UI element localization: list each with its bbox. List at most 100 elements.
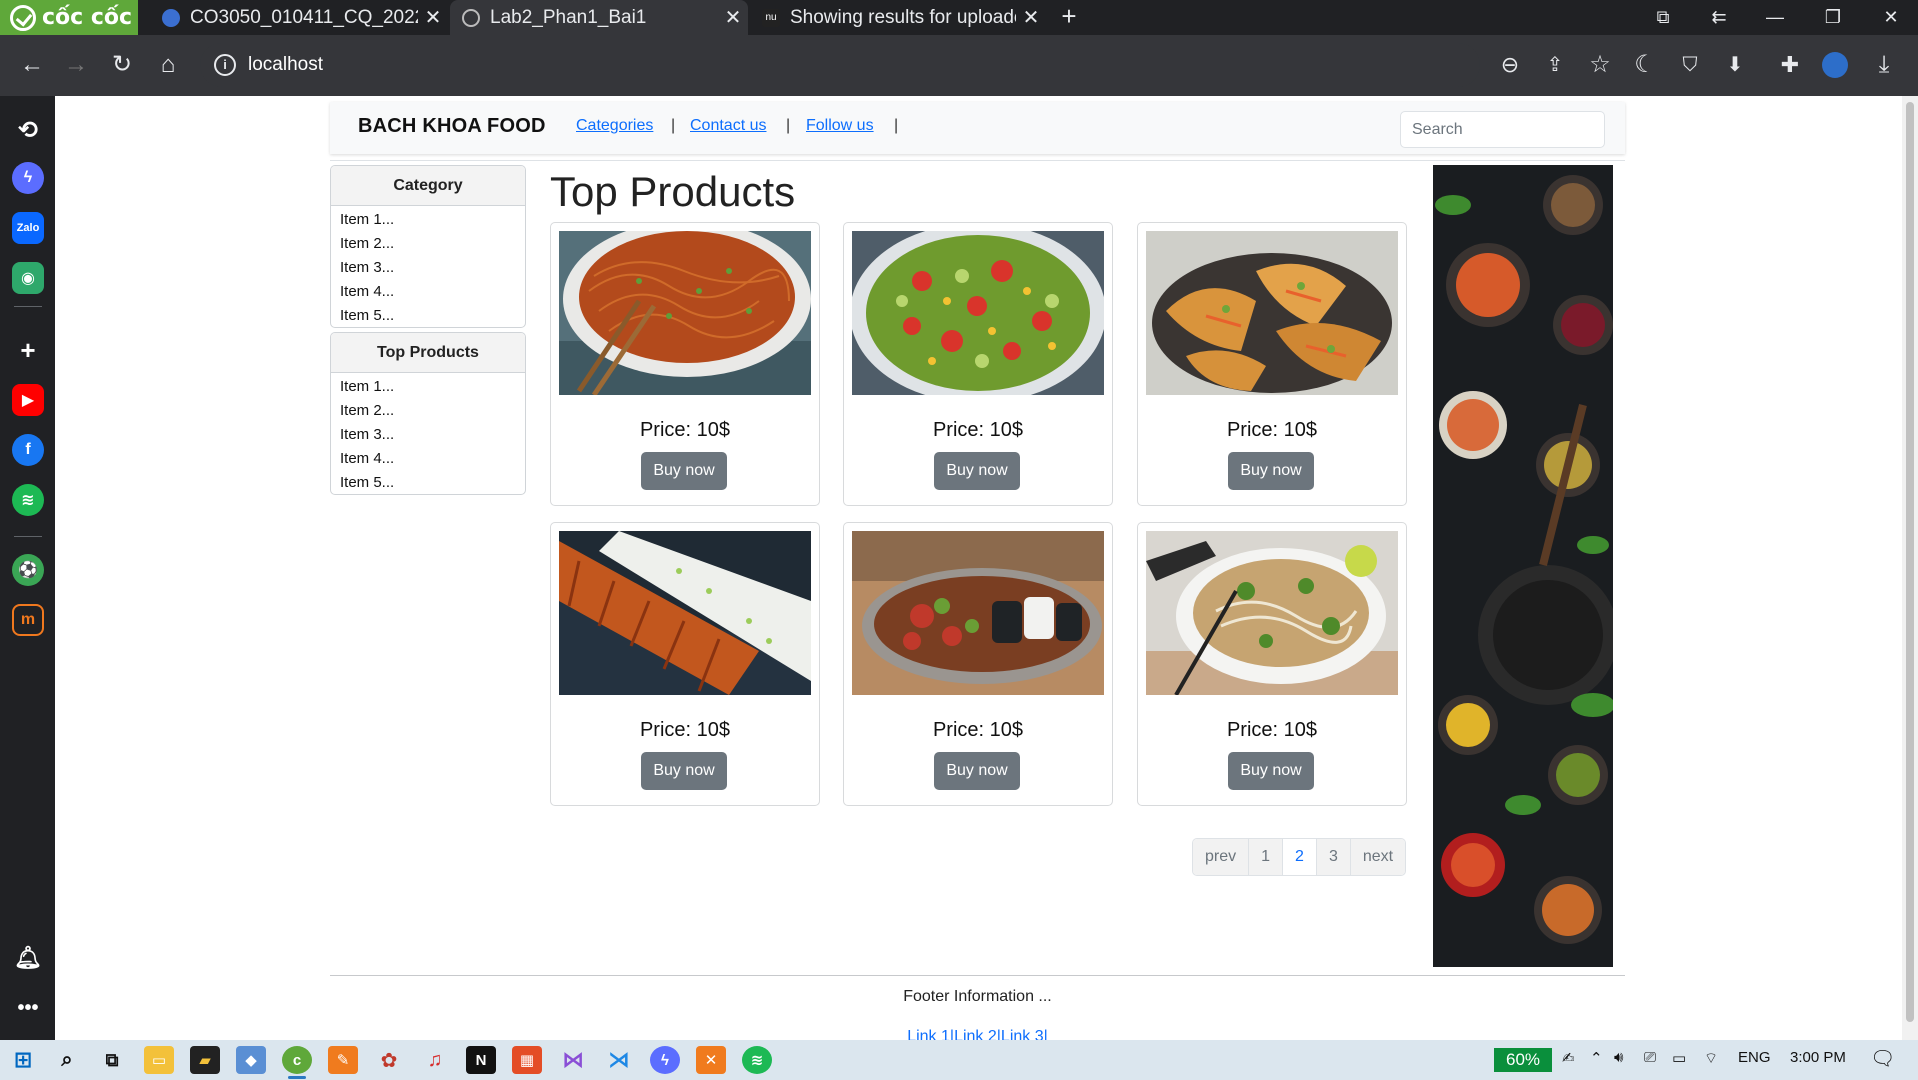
zalo-icon[interactable]: Zalo — [12, 212, 44, 244]
pen-icon[interactable]: ✍︎ — [1562, 1049, 1575, 1067]
vscode-icon[interactable]: ⋊ — [604, 1046, 634, 1074]
coccoc-menu-button[interactable]: cốc cốc — [0, 0, 138, 35]
search-input[interactable] — [1400, 111, 1605, 148]
notification-center-icon[interactable]: 🗨︎ — [1870, 1046, 1895, 1071]
task-view-icon[interactable]: ⧉ — [97, 1046, 127, 1074]
shopping-icon[interactable]: m — [12, 604, 44, 636]
windows-start-icon[interactable]: ⊞ — [8, 1046, 38, 1074]
buy-now-button[interactable]: Buy now — [641, 752, 727, 790]
more-icon[interactable]: ••• — [12, 992, 44, 1024]
site-info-icon[interactable]: i — [214, 54, 236, 76]
game-icon[interactable]: ◉ — [12, 262, 44, 294]
back-history-icon[interactable]: ⇇ — [1696, 0, 1742, 35]
messenger-taskbar-icon[interactable]: ϟ — [650, 1046, 680, 1074]
buy-now-button[interactable]: Buy now — [1228, 452, 1314, 490]
back-arrow-icon[interactable]: ← — [14, 47, 50, 83]
wifi-icon[interactable]: ⌔ — [1704, 1049, 1718, 1068]
extensions-icon[interactable]: ✚ — [1772, 47, 1808, 83]
pagination-prev[interactable]: prev — [1193, 839, 1250, 875]
coccoc-taskbar-icon[interactable]: c — [282, 1046, 312, 1074]
buy-now-button[interactable]: Buy now — [934, 752, 1020, 790]
profile-avatar-icon[interactable] — [1817, 47, 1853, 83]
top-product-item[interactable]: Item 4... — [331, 447, 525, 471]
category-item[interactable]: Item 4... — [331, 280, 525, 304]
close-icon[interactable]: ✕ — [418, 5, 448, 30]
top-product-item[interactable]: Item 5... — [331, 471, 525, 494]
youtube-icon[interactable]: ▶ — [12, 384, 44, 416]
nav-contact-link[interactable]: Contact us — [690, 117, 766, 135]
tab-course[interactable]: CO3050_010411_CQ_20222: ✕ — [150, 0, 448, 35]
tab-search-results[interactable]: nu Showing results for uploaded ✕ — [750, 0, 1046, 35]
scrollbar-thumb[interactable] — [1906, 102, 1914, 1022]
spotify-icon[interactable]: ≋ — [12, 484, 44, 516]
chicken-rice-image[interactable] — [559, 531, 811, 695]
salad-image[interactable] — [852, 231, 1104, 395]
tab-lab2[interactable]: Lab2_Phan1_Bai1 ✕ — [450, 0, 748, 35]
top-product-item[interactable]: Item 2... — [331, 399, 525, 423]
media-icon[interactable]: ♫ — [420, 1046, 450, 1074]
volume-icon[interactable]: 🔊︎ — [1614, 1049, 1623, 1066]
battery-icon[interactable]: ▭ — [1672, 1049, 1686, 1067]
sticky-notes-icon[interactable]: ▰ — [190, 1046, 220, 1074]
new-tab-button[interactable]: + — [1054, 0, 1084, 35]
notion-icon[interactable]: N — [466, 1046, 496, 1074]
home-icon[interactable]: ⌂ — [150, 47, 186, 83]
notification-bell-icon[interactable]: 🔔︎ — [12, 942, 44, 974]
bento-image[interactable] — [852, 531, 1104, 695]
football-icon[interactable]: ⚽ — [12, 554, 44, 586]
top-product-item[interactable]: Item 3... — [331, 423, 525, 447]
search-icon[interactable]: ⌕ — [52, 1046, 82, 1074]
shield-icon[interactable]: ⛉ — [1672, 47, 1708, 83]
buy-now-button[interactable]: Buy now — [934, 452, 1020, 490]
site-brand[interactable]: BACH KHOA FOOD — [358, 115, 546, 138]
language-indicator[interactable]: ENG — [1738, 1049, 1771, 1066]
download-icon[interactable]: ⤓ — [1866, 47, 1902, 83]
tab-search-icon[interactable]: ⧉ — [1640, 0, 1686, 35]
star-icon[interactable]: ☆ — [1582, 47, 1618, 83]
clock[interactable]: 3:00 PM — [1790, 1049, 1846, 1066]
close-icon[interactable]: ✕ — [718, 5, 748, 30]
address-bar[interactable]: i localhost — [200, 43, 1480, 87]
category-item[interactable]: Item 1... — [331, 208, 525, 232]
top-product-item[interactable]: Item 1... — [331, 375, 525, 399]
nav-categories-link[interactable]: Categories — [576, 117, 653, 135]
facebook-icon[interactable]: f — [12, 434, 44, 466]
pagination-page-3[interactable]: 3 — [1316, 839, 1351, 875]
file-explorer-icon[interactable]: ▭ — [144, 1046, 174, 1074]
pagination-next[interactable]: next — [1350, 839, 1406, 875]
notes-app-icon[interactable]: ✎ — [328, 1046, 358, 1074]
share-icon[interactable]: ⇪ — [1537, 47, 1573, 83]
minimize-button[interactable]: — — [1752, 0, 1798, 35]
app-icon[interactable]: ◆ — [236, 1046, 266, 1074]
reload-icon[interactable]: ↻ — [104, 47, 140, 83]
visual-studio-icon[interactable]: ⋈ — [558, 1046, 588, 1074]
close-icon[interactable]: ✕ — [1016, 5, 1046, 30]
zoom-out-icon[interactable]: ⊖ — [1492, 47, 1528, 83]
chevron-up-icon[interactable]: ⌃ — [1590, 1049, 1603, 1067]
messenger-icon[interactable]: ϟ — [12, 162, 44, 194]
pho-image[interactable] — [1146, 531, 1398, 695]
pagination-page-2[interactable]: 2 — [1283, 839, 1317, 875]
dark-mode-icon[interactable]: ☾ — [1627, 47, 1663, 83]
banh-mi-image[interactable] — [1146, 231, 1398, 395]
device-icon[interactable]: ⎚ — [1644, 1049, 1656, 1066]
office-icon[interactable]: ▦ — [512, 1046, 542, 1074]
history-icon[interactable]: ⟲ — [12, 114, 44, 146]
forward-arrow-icon[interactable]: → — [58, 47, 94, 83]
restore-button[interactable]: ❐ — [1810, 0, 1856, 35]
nav-follow-link[interactable]: Follow us — [806, 117, 874, 135]
buy-now-button[interactable]: Buy now — [1228, 752, 1314, 790]
download-manager-icon[interactable]: ⬇ — [1717, 47, 1753, 83]
pagination-page-1[interactable]: 1 — [1249, 839, 1284, 875]
battery-indicator[interactable]: 60% — [1494, 1048, 1552, 1072]
paint-icon[interactable]: ✿ — [374, 1046, 404, 1074]
noodles-image[interactable] — [559, 231, 811, 395]
window-close-button[interactable]: ✕ — [1868, 0, 1914, 35]
category-item[interactable]: Item 3... — [331, 256, 525, 280]
spotify-taskbar-icon[interactable]: ≋ — [742, 1046, 772, 1074]
page-scrollbar[interactable] — [1902, 96, 1918, 1040]
add-icon[interactable]: + — [12, 334, 44, 366]
category-item[interactable]: Item 5... — [331, 304, 525, 327]
xampp-icon[interactable]: ✕ — [696, 1046, 726, 1074]
buy-now-button[interactable]: Buy now — [641, 452, 727, 490]
